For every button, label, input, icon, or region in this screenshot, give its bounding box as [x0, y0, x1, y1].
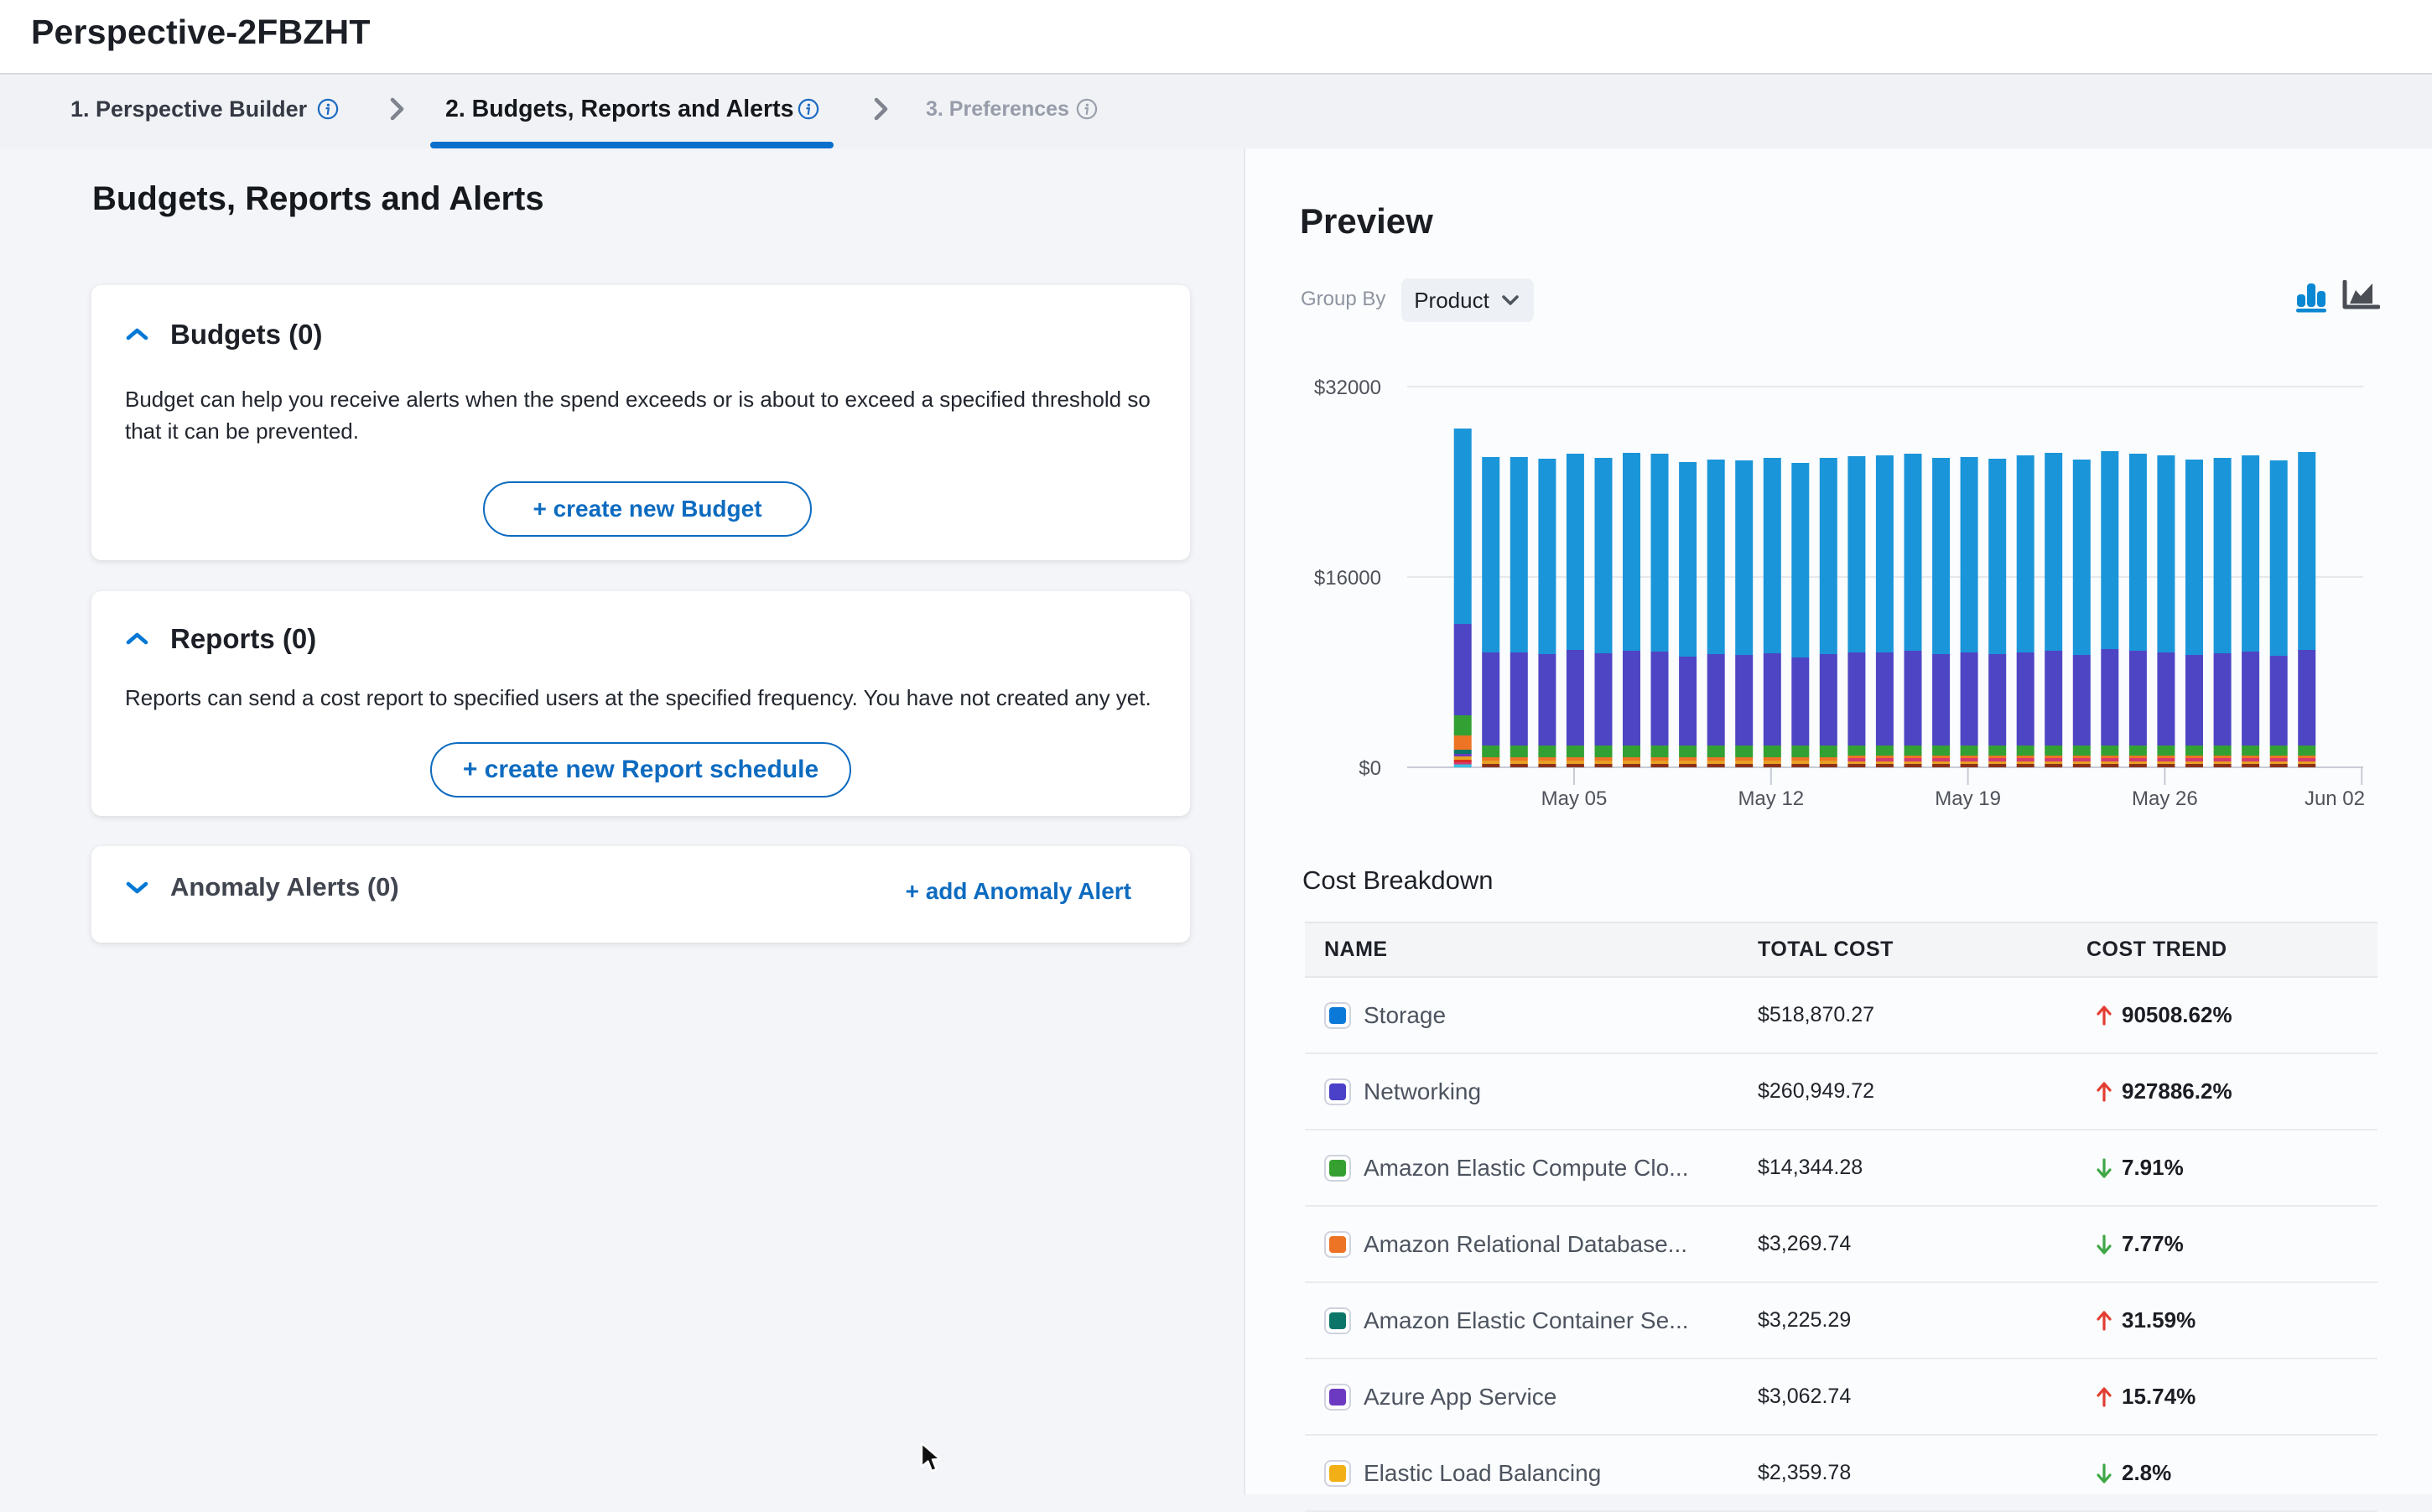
svg-text:May 19: May 19: [1935, 787, 2001, 810]
svg-text:May 12: May 12: [1738, 787, 1804, 810]
svg-text:Jun 02: Jun 02: [2305, 787, 2365, 810]
svg-text:$0: $0: [1359, 757, 1381, 780]
svg-text:$16000: $16000: [1314, 567, 1381, 590]
svg-text:May 05: May 05: [1541, 787, 1608, 810]
svg-text:$32000: $32000: [1314, 377, 1381, 399]
svg-text:May 26: May 26: [2132, 787, 2198, 810]
